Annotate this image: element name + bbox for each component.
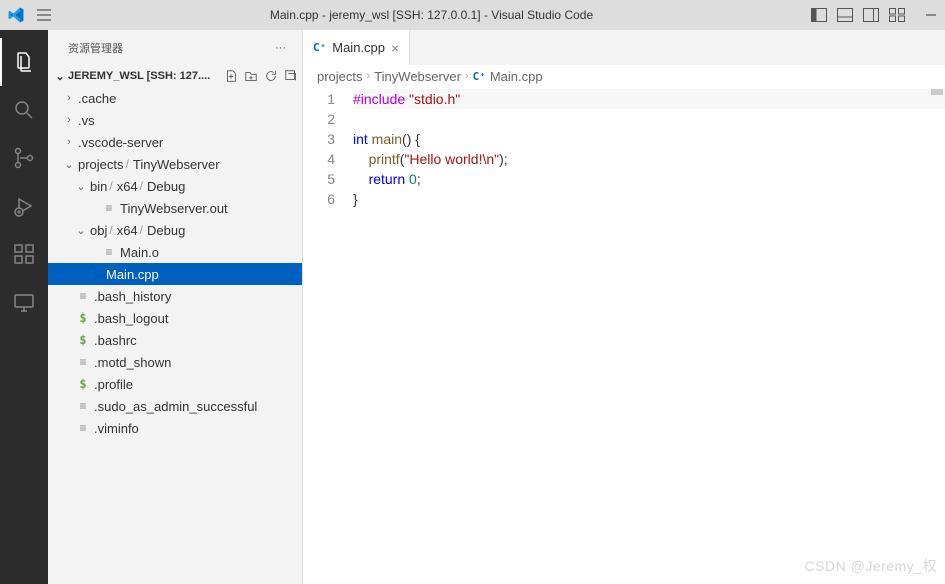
- chevron-right-icon: ›: [367, 70, 371, 82]
- chevron-down-icon: ⌄: [52, 70, 68, 83]
- titlebar: Main.cpp - jeremy_wsl [SSH: 127.0.0.1] -…: [0, 0, 945, 30]
- folder-obj[interactable]: ⌄obj/x64/Debug: [48, 219, 302, 241]
- cpp-file-icon: C⁺: [473, 70, 486, 83]
- folder-vscode-server[interactable]: ›.vscode-server: [48, 131, 302, 153]
- vscode-logo-icon: [8, 7, 24, 23]
- sidebar-more-icon[interactable]: ···: [275, 42, 286, 54]
- new-folder-icon[interactable]: [244, 69, 258, 83]
- watermark: CSDN @Jeremy_权: [805, 556, 937, 576]
- activity-source-control[interactable]: [0, 134, 48, 182]
- file-tinywebserver-out[interactable]: ≡TinyWebserver.out: [48, 197, 302, 219]
- folder-cache[interactable]: ›.cache: [48, 87, 302, 109]
- layout-bottom-icon[interactable]: [837, 8, 853, 22]
- collapse-icon[interactable]: [284, 69, 298, 83]
- breadcrumb-item[interactable]: TinyWebserver: [374, 69, 461, 84]
- breadcrumb-item[interactable]: Main.cpp: [490, 69, 543, 84]
- file-motd-shown[interactable]: ≡.motd_shown: [48, 351, 302, 373]
- minimap-indicator[interactable]: [931, 89, 943, 95]
- file-main-o[interactable]: ≡Main.o: [48, 241, 302, 263]
- code-content[interactable]: #include "stdio.h" int main() { printf("…: [353, 89, 945, 584]
- folder-bin[interactable]: ⌄bin/x64/Debug: [48, 175, 302, 197]
- file-bashrc[interactable]: $.bashrc: [48, 329, 302, 351]
- workspace-name: JEREMY_WSL [SSH: 127....: [68, 70, 224, 82]
- menu-icon[interactable]: [36, 7, 52, 23]
- layout-grid-icon[interactable]: [889, 8, 905, 22]
- tab-main-cpp[interactable]: C⁺ Main.cpp ×: [303, 30, 410, 65]
- activity-extensions[interactable]: [0, 230, 48, 278]
- file-main-cpp[interactable]: C⁺Main.cpp: [48, 263, 302, 285]
- file-profile[interactable]: $.profile: [48, 373, 302, 395]
- close-icon[interactable]: ×: [391, 40, 399, 56]
- refresh-icon[interactable]: [264, 69, 278, 83]
- breadcrumb-item[interactable]: projects: [317, 69, 363, 84]
- file-sudo-as-admin[interactable]: ≡.sudo_as_admin_successful: [48, 395, 302, 417]
- activity-explorer[interactable]: [0, 38, 48, 86]
- layout-right-icon[interactable]: [863, 8, 879, 22]
- activity-debug[interactable]: [0, 182, 48, 230]
- breadcrumbs[interactable]: projects › TinyWebserver › C⁺ Main.cpp: [303, 65, 945, 87]
- sidebar-title: 资源管理器: [68, 40, 275, 56]
- sidebar-header: 资源管理器 ···: [48, 30, 302, 65]
- file-viminfo[interactable]: ≡.viminfo: [48, 417, 302, 439]
- tab-label: Main.cpp: [332, 40, 385, 55]
- layout-left-icon[interactable]: [811, 8, 827, 22]
- line-numbers: 1 2 3 4 5 6: [303, 89, 353, 584]
- file-tree: ›.cache ›.vs ›.vscode-server ⌄projects/T…: [48, 87, 302, 584]
- folder-vs[interactable]: ›.vs: [48, 109, 302, 131]
- workspace-header[interactable]: ⌄ JEREMY_WSL [SSH: 127....: [48, 65, 302, 87]
- cpp-file-icon: C⁺: [313, 41, 326, 54]
- chevron-right-icon: ›: [465, 70, 469, 82]
- activity-remote[interactable]: [0, 278, 48, 326]
- new-file-icon[interactable]: [224, 69, 238, 83]
- file-bash-logout[interactable]: $.bash_logout: [48, 307, 302, 329]
- window-title: Main.cpp - jeremy_wsl [SSH: 127.0.0.1] -…: [52, 8, 811, 22]
- folder-projects[interactable]: ⌄projects/TinyWebserver: [48, 153, 302, 175]
- minimize-button[interactable]: [925, 9, 937, 21]
- sidebar: 资源管理器 ··· ⌄ JEREMY_WSL [SSH: 127.... ›.c…: [48, 30, 303, 584]
- editor-tabs: C⁺ Main.cpp ×: [303, 30, 945, 65]
- editor-area: C⁺ Main.cpp × projects › TinyWebserver ›…: [303, 30, 945, 584]
- layout-controls: [811, 8, 905, 22]
- window-controls: [925, 9, 937, 21]
- code-editor[interactable]: 1 2 3 4 5 6 #include "stdio.h" int main(…: [303, 87, 945, 584]
- file-bash-history[interactable]: ≡.bash_history: [48, 285, 302, 307]
- activity-bar: [0, 30, 48, 584]
- activity-search[interactable]: [0, 86, 48, 134]
